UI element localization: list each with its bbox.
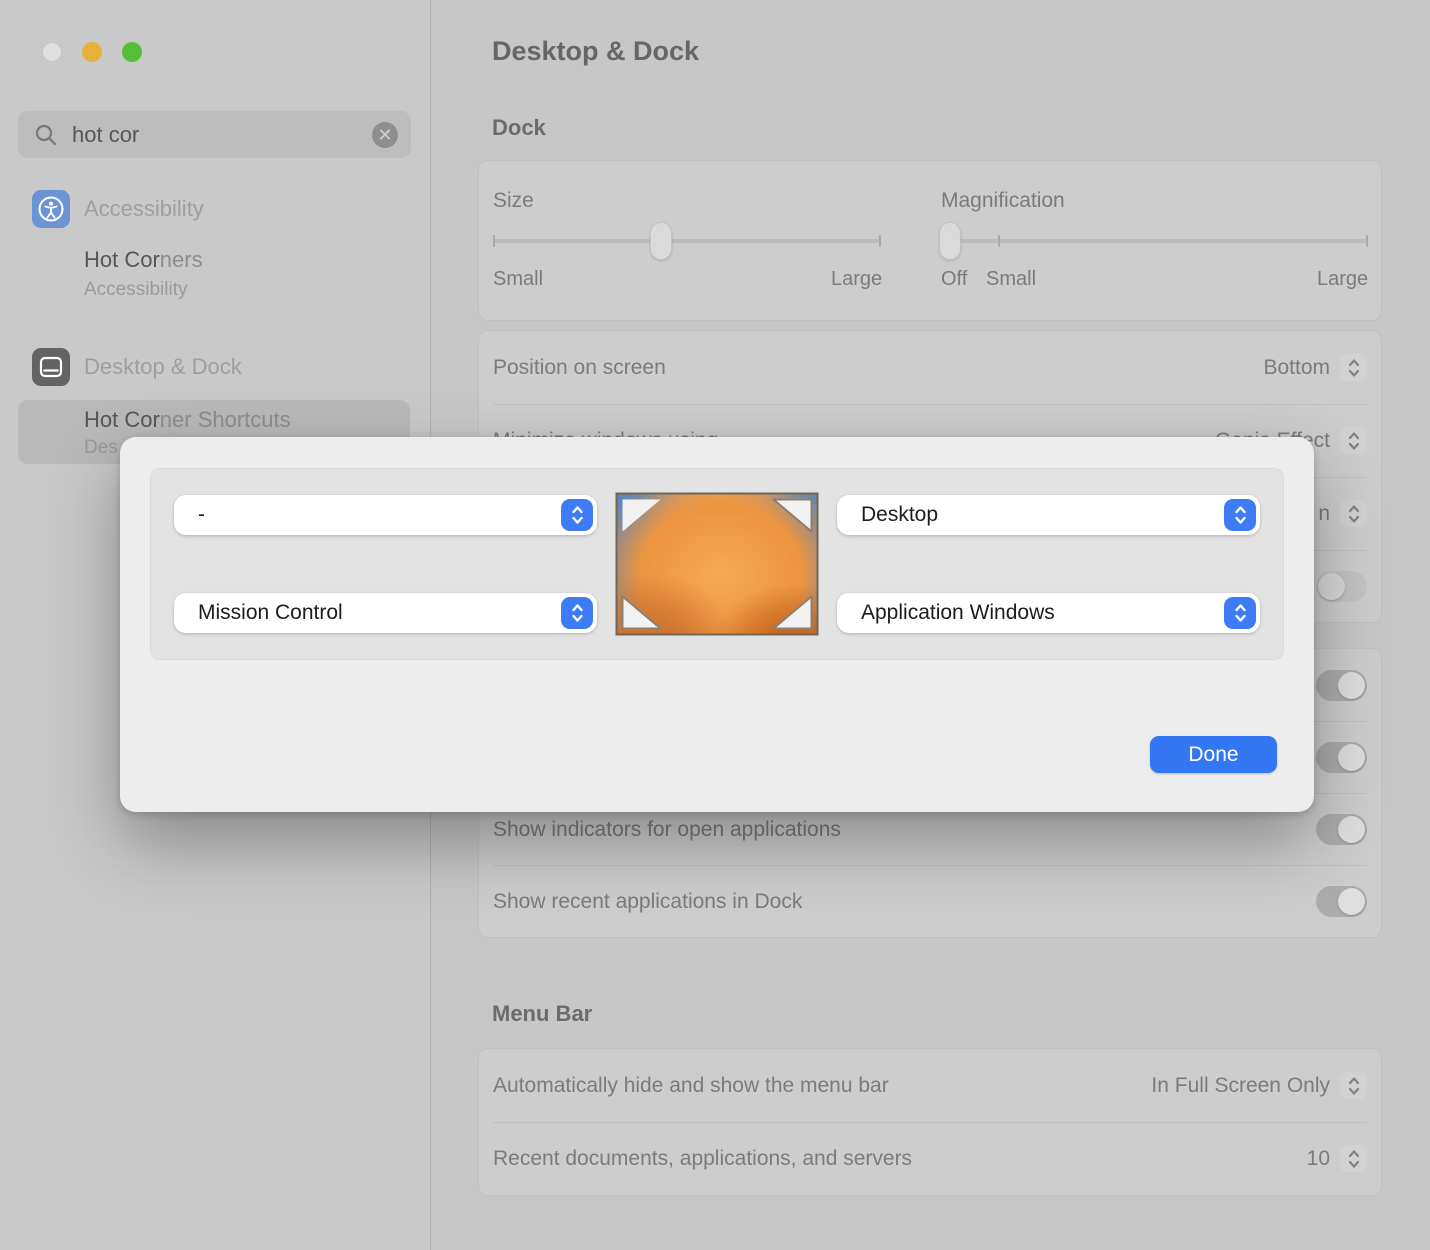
show-indicators-toggle[interactable] <box>1316 814 1367 845</box>
size-min-label: Small <box>493 268 543 291</box>
dock-sliders-card: Size Small Large Magnification Off Small… <box>478 160 1382 321</box>
position-stepper-icon[interactable] <box>1340 354 1367 381</box>
recent-documents-stepper-icon[interactable] <box>1340 1145 1367 1172</box>
hot-corners-panel: - Mission Control Desktop <box>150 468 1284 660</box>
size-label: Size <box>493 189 534 213</box>
mag-off-label: Off <box>941 268 967 291</box>
desktop-dock-icon <box>32 348 70 386</box>
sidebar-group-desktop-dock: Desktop & Dock <box>32 348 242 386</box>
stepper-icon[interactable] <box>561 597 593 629</box>
page-title: Desktop & Dock <box>492 36 699 67</box>
search-input[interactable] <box>70 121 372 149</box>
menu-bar-card: Automatically hide and show the menu bar… <box>478 1048 1382 1196</box>
search-field[interactable]: ✕ <box>18 111 411 158</box>
accessibility-icon <box>32 190 70 228</box>
zoom-button[interactable] <box>122 42 142 62</box>
clear-search-icon[interactable]: ✕ <box>372 122 398 148</box>
recent-documents-row: Recent documents, applications, and serv… <box>493 1122 1367 1195</box>
stepper-icon[interactable] <box>561 499 593 531</box>
mag-large-label: Large <box>1317 268 1368 291</box>
search-icon <box>34 123 58 147</box>
hot-corner-bottom-left-marker <box>622 596 662 630</box>
minimize-button[interactable] <box>82 42 102 62</box>
sidebar-result-hot-corners[interactable]: Hot Corners <box>84 247 203 273</box>
position-on-screen-row: Position on screen Bottom <box>493 331 1367 404</box>
close-button[interactable] <box>42 42 62 62</box>
auto-hide-menu-bar-row: Automatically hide and show the menu bar… <box>493 1049 1367 1122</box>
hot-corner-bottom-right-marker <box>773 596 813 630</box>
show-recent-toggle[interactable] <box>1316 886 1367 917</box>
sidebar-result-subtitle: Accessibility <box>84 279 187 301</box>
bottom-left-corner-select[interactable]: Mission Control <box>174 593 597 633</box>
dock-section-header: Dock <box>492 115 546 141</box>
sidebar-group-label: Accessibility <box>84 196 204 222</box>
hot-corners-dialog: - Mission Control Desktop <box>120 437 1314 812</box>
top-right-corner-select[interactable]: Desktop <box>837 495 1260 535</box>
dock-magnification-slider[interactable] <box>941 221 1368 261</box>
hidden-toggle-b[interactable] <box>1316 742 1367 773</box>
hot-corner-top-left-marker <box>622 499 662 533</box>
show-recent-row: Show recent applications in Dock <box>493 865 1367 938</box>
magnification-slider-thumb[interactable] <box>939 222 961 260</box>
size-max-label: Large <box>831 268 882 291</box>
minimize-using-stepper-icon[interactable] <box>1340 427 1367 454</box>
magnification-label: Magnification <box>941 189 1065 213</box>
hot-corner-top-right-marker <box>773 499 813 533</box>
mag-small-label: Small <box>986 268 1036 291</box>
hidden-toggle-a[interactable] <box>1316 670 1367 701</box>
minimize-into-icon-toggle[interactable] <box>1316 571 1367 602</box>
sidebar-group-label: Desktop & Dock <box>84 354 242 380</box>
size-slider-thumb[interactable] <box>650 222 672 260</box>
desktop-preview-thumbnail <box>616 493 819 636</box>
stepper-icon[interactable] <box>1224 597 1256 629</box>
sidebar-group-accessibility: Accessibility <box>32 190 204 228</box>
done-button[interactable]: Done <box>1150 736 1277 773</box>
sidebar-result-subtitle: Des <box>84 437 118 459</box>
hidden-stepper-icon[interactable] <box>1340 500 1367 527</box>
bottom-right-corner-select[interactable]: Application Windows <box>837 593 1260 633</box>
stepper-icon[interactable] <box>1224 499 1256 531</box>
menu-bar-section-header: Menu Bar <box>492 1001 592 1027</box>
menu-bar-stepper-icon[interactable] <box>1340 1072 1367 1099</box>
top-left-corner-select[interactable]: - <box>174 495 597 535</box>
sidebar-result-title: Hot Corner Shortcuts <box>84 407 291 433</box>
dock-size-slider[interactable] <box>493 221 881 261</box>
